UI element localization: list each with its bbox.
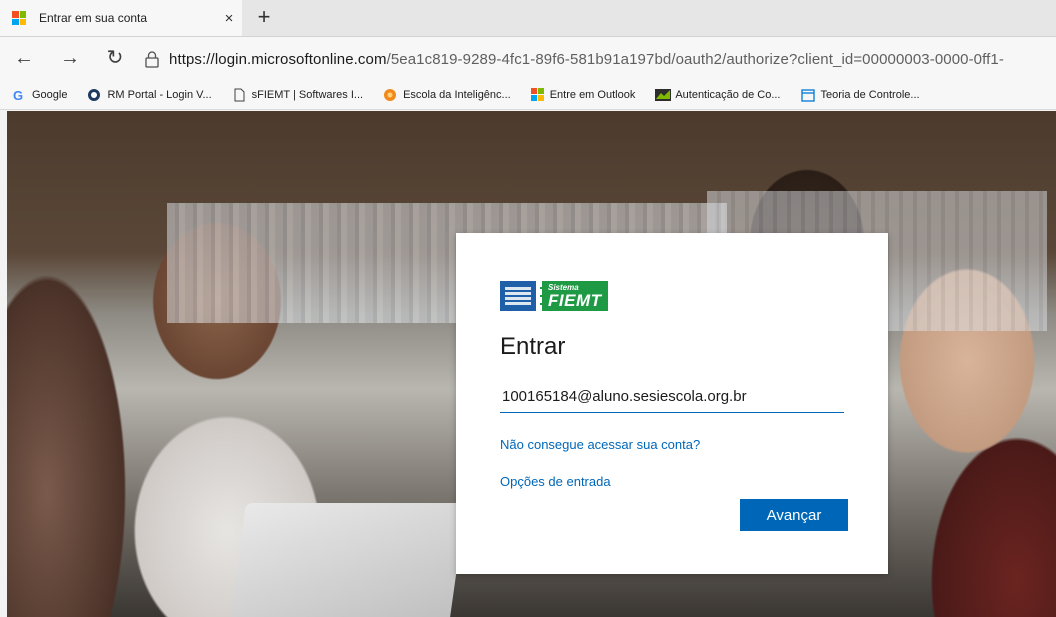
url-host: https://login.microsoftonline.com <box>169 50 387 68</box>
bookmark-rm-portal[interactable]: RM Portal - Login V... <box>87 88 212 102</box>
bookmark-outlook[interactable]: Entre em Outlook <box>530 88 636 101</box>
bookmark-google[interactable]: G Google <box>12 88 68 103</box>
forward-button[interactable]: → <box>56 44 84 72</box>
address-bar[interactable]: https://login.microsoftonline.com/5ea1c8… <box>142 44 1056 74</box>
url-path: /5ea1c819-9289-4fc1-89f6-581b91a197bd/oa… <box>386 50 1004 68</box>
tab-title: Entrar em sua conta <box>39 11 148 25</box>
refresh-button[interactable]: ↻ <box>101 44 129 72</box>
login-card: Sistema FIEMT Entrar Não consegue acessa… <box>456 233 888 574</box>
bookmark-label: sFIEMT | Softwares I... <box>251 88 364 101</box>
calendar-icon <box>800 88 815 102</box>
bookmark-label: Google <box>32 88 68 101</box>
sign-in-options-link[interactable]: Opções de entrada <box>500 474 844 489</box>
bookmark-label: Escola da Inteligênc... <box>403 88 511 101</box>
bookmark-label: Entre em Outlook <box>549 88 636 101</box>
page-icon <box>232 88 246 102</box>
logo-emblem <box>500 281 536 311</box>
svg-text:G: G <box>13 88 23 102</box>
page-background: Sistema FIEMT Entrar Não consegue acessa… <box>7 111 1056 617</box>
bookmark-label: Autenticação de Co... <box>675 88 781 101</box>
logo-line2: FIEMT <box>548 290 602 310</box>
url-text: https://login.microsoftonline.com/5ea1c8… <box>169 51 1004 68</box>
page-title: Entrar <box>500 333 566 360</box>
logo-wordmark: Sistema FIEMT <box>540 281 608 311</box>
email-field[interactable] <box>500 381 844 413</box>
rm-portal-icon <box>87 88 101 102</box>
next-button[interactable]: Avançar <box>740 499 848 531</box>
microsoft-logo-icon <box>530 88 544 101</box>
bookmark-autenticacao[interactable]: Autenticação de Co... <box>655 88 781 102</box>
navigation-bar: ← → ↻ https://login.microsoftonline.com/… <box>0 37 1056 80</box>
tab-strip: Entrar em sua conta × + <box>0 0 1056 37</box>
close-icon[interactable]: × <box>216 10 242 27</box>
bookmark-teoria[interactable]: Teoria de Controle... <box>800 88 920 102</box>
google-icon: G <box>12 88 26 103</box>
new-tab-button[interactable]: + <box>250 4 278 32</box>
bookmark-label: Teoria de Controle... <box>820 88 920 101</box>
autenticacao-icon <box>655 88 672 102</box>
bookmark-escola[interactable]: Escola da Inteligênc... <box>383 88 511 102</box>
bookmark-label: RM Portal - Login V... <box>107 88 212 101</box>
tab-entrar[interactable]: Entrar em sua conta × <box>0 0 242 36</box>
cant-access-link[interactable]: Não consegue acessar sua conta? <box>500 437 844 452</box>
microsoft-logo-icon <box>12 11 26 25</box>
background-laptop <box>227 503 467 617</box>
bookmark-sfiemt[interactable]: sFIEMT | Softwares I... <box>232 88 363 102</box>
back-button[interactable]: ← <box>10 44 38 72</box>
lock-icon <box>142 49 162 69</box>
bookmarks-bar: G Google RM Portal - Login V... sFIEMT |… <box>0 80 1056 110</box>
escola-icon <box>383 88 397 102</box>
sistema-fiemt-logo: Sistema FIEMT <box>500 277 844 315</box>
